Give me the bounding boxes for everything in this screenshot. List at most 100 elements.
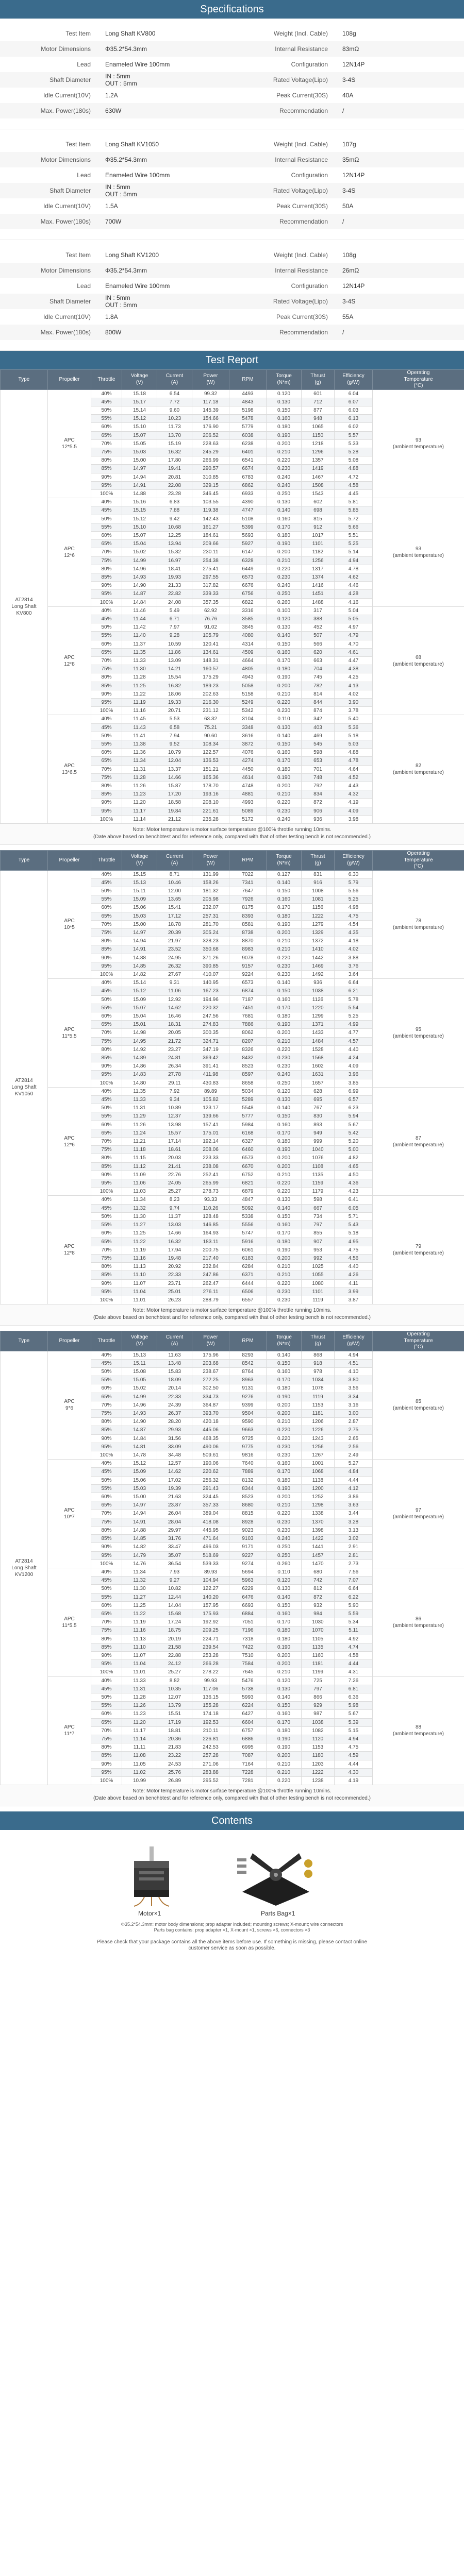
data-cell: 11.31 xyxy=(122,1684,157,1693)
column-header: Thrust (g) xyxy=(301,850,335,871)
data-cell: 468.35 xyxy=(192,1434,229,1443)
data-cell: 15.10 xyxy=(122,422,157,432)
spec-label: Internal Resistance xyxy=(275,267,328,274)
data-cell: 26.04 xyxy=(157,1509,192,1518)
data-cell: 247.56 xyxy=(192,1012,229,1021)
data-cell: 85% xyxy=(91,945,122,954)
data-cell: 122.57 xyxy=(192,748,229,757)
data-cell: 8764 xyxy=(229,1367,267,1377)
data-cell: 122.27 xyxy=(192,1584,229,1594)
data-cell: 6.05 xyxy=(334,1204,373,1213)
data-cell: 5.03 xyxy=(334,740,373,749)
data-cell: 1433 xyxy=(301,1028,335,1038)
propeller-cell: APC 11*5.5 xyxy=(47,1567,91,1677)
data-cell: 19.39 xyxy=(157,1484,192,1494)
data-cell: 23.22 xyxy=(157,1751,192,1760)
data-cell: 40% xyxy=(91,1567,122,1577)
data-cell: 11.20 xyxy=(122,798,157,807)
data-cell: 100% xyxy=(91,1451,122,1460)
data-cell: 0.180 xyxy=(266,1137,302,1146)
data-cell: 128.48 xyxy=(192,1212,229,1222)
data-cell: 4.56 xyxy=(334,1253,373,1263)
spec-row: Lead Enameled Wire 100mm Configuration 12N1… xyxy=(0,278,464,294)
data-cell: 0.210 xyxy=(266,1170,302,1180)
data-cell: 1317 xyxy=(301,564,335,573)
data-cell: 15.14 xyxy=(122,405,157,415)
data-cell: 45% xyxy=(91,1359,122,1368)
data-cell: 469 xyxy=(301,731,335,741)
data-cell: 0.230 xyxy=(266,1442,302,1452)
data-cell: 3.87 xyxy=(334,1295,373,1305)
data-cell: 60% xyxy=(91,748,122,757)
data-cell: 275.41 xyxy=(192,564,229,573)
data-cell: 0.180 xyxy=(266,1726,302,1735)
data-cell: 11.26 xyxy=(122,782,157,791)
data-cell: 748 xyxy=(301,773,335,783)
temperature-note: (ambient temperature) xyxy=(393,1405,444,1412)
data-cell: 11.86 xyxy=(157,648,192,657)
data-cell: 1076 xyxy=(301,1154,335,1163)
data-cell: 208.06 xyxy=(192,1145,229,1155)
data-cell: 0.220 xyxy=(266,1434,302,1443)
data-cell: 45% xyxy=(91,506,122,515)
data-cell: 0.220 xyxy=(266,1179,302,1188)
data-cell: 155.28 xyxy=(192,1701,229,1710)
data-cell: 1181 xyxy=(301,1409,335,1418)
data-cell: 65% xyxy=(91,756,122,766)
data-cell: 9.74 xyxy=(157,1204,192,1213)
data-cell: 11.25 xyxy=(122,1601,157,1610)
data-cell: 5092 xyxy=(229,1204,267,1213)
data-cell: 15.01 xyxy=(122,1020,157,1029)
data-cell: 5.15 xyxy=(334,1726,373,1735)
data-cell: 7926 xyxy=(229,895,267,904)
spec-value: 800W xyxy=(105,329,122,336)
data-cell: 4881 xyxy=(229,790,267,799)
data-cell: 8658 xyxy=(229,1078,267,1088)
data-cell: 14.94 xyxy=(122,472,157,482)
data-cell: 918 xyxy=(301,1359,335,1368)
data-cell: 4.74 xyxy=(334,1642,373,1652)
data-cell: 5.79 xyxy=(334,878,373,887)
data-cell: 328.23 xyxy=(192,937,229,946)
data-cell: 75% xyxy=(91,1145,122,1155)
data-cell: 36.54 xyxy=(157,1559,192,1568)
data-cell: 1296 xyxy=(301,447,335,457)
data-cell: 18.81 xyxy=(157,1726,192,1735)
spec-value: 1.5A xyxy=(105,202,118,210)
contents-section: Motor×1 Parts Bag×1 Φ35.2*54.3mm: motor … xyxy=(0,1830,464,1954)
data-cell: 4.16 xyxy=(334,598,373,607)
data-cell: 1243 xyxy=(301,1434,335,1443)
temperature-note: (ambient temperature) xyxy=(393,1731,444,1737)
data-cell: 1119 xyxy=(301,1295,335,1305)
data-cell: 4.57 xyxy=(334,1037,373,1046)
data-cell: 14.90 xyxy=(122,581,157,590)
data-cell: 65% xyxy=(91,1128,122,1138)
data-cell: 6.83 xyxy=(157,498,192,507)
data-cell: 15.68 xyxy=(157,1609,192,1619)
data-cell: 11.10 xyxy=(122,1270,157,1280)
data-cell: 987 xyxy=(301,1709,335,1719)
data-cell: 206.52 xyxy=(192,431,229,440)
data-cell: 75% xyxy=(91,1734,122,1744)
data-cell: 6183 xyxy=(229,1253,267,1263)
data-cell: 4.40 xyxy=(334,1045,373,1055)
data-cell: 371.26 xyxy=(192,953,229,962)
data-cell: 0.260 xyxy=(266,1559,302,1568)
data-cell: 157.95 xyxy=(192,1601,229,1610)
data-cell: 4493 xyxy=(229,389,267,398)
data-cell: 90% xyxy=(91,689,122,699)
data-cell: 22.33 xyxy=(157,1392,192,1401)
data-cell: 22.82 xyxy=(157,589,192,599)
data-cell: 18.06 xyxy=(157,689,192,699)
data-cell: 0.140 xyxy=(266,506,302,515)
spec-label: Motor Dimensions xyxy=(41,45,91,53)
data-cell: 4.77 xyxy=(334,1028,373,1038)
test-report-section: Type Propeller Throttle Voltage (V) Current (A… xyxy=(0,369,464,1811)
data-cell: 9775 xyxy=(229,1442,267,1452)
temperature-note: (ambient temperature) xyxy=(393,552,444,558)
data-cell: 3872 xyxy=(229,740,267,749)
data-cell: 346.45 xyxy=(192,489,229,499)
data-cell: 14.81 xyxy=(122,1442,157,1452)
data-cell: 3.34 xyxy=(334,1392,373,1401)
data-cell: 4.79 xyxy=(334,631,373,640)
